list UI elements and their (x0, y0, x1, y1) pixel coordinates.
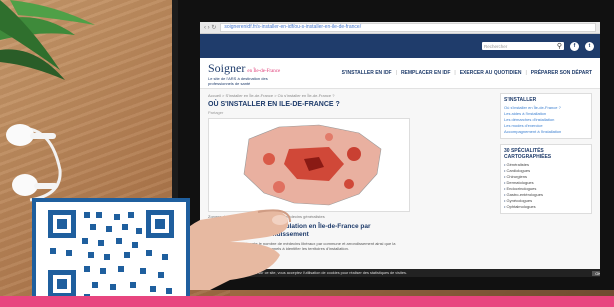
search-placeholder: Rechercher (484, 43, 508, 49)
cookie-ok-button[interactable]: OK (592, 270, 600, 276)
browser-toolbar: ‹ › ↻ soignerenidf.fr/s-installer-en-idf… (200, 22, 600, 34)
specialty-item[interactable]: Ophtalmologues (504, 204, 588, 210)
qr-code-card[interactable] (32, 198, 190, 307)
menu-item-depart[interactable]: PRÉPARER SON DÉPART (531, 70, 592, 76)
sidebar: S'INSTALLER Où s'installer en Île-de-Fra… (500, 93, 592, 251)
qr-code-icon (48, 210, 174, 300)
menu-item-exercer[interactable]: EXERCER AU QUOTIDIEN (460, 70, 522, 76)
sidebar-carto-box: 30 SPÉCIALITÉS CARTOGRAPHIÉES Généralist… (500, 144, 592, 214)
sidebar-link[interactable]: Accompagnement à l'installation (504, 129, 588, 135)
menu-item-remplacer[interactable]: REMPLACER EN IDF (401, 70, 450, 76)
logo-subtitle: en Île-de-France (247, 68, 281, 74)
sidebar-install-box: S'INSTALLER Où s'installer en Île-de-Fra… (500, 93, 592, 139)
earbuds-image (6, 124, 62, 202)
logo-tagline: Le site de l'ARS à destination des profe… (208, 75, 268, 86)
menu-item-installer[interactable]: S'INSTALLER EN IDF (342, 70, 392, 76)
search-icon[interactable]: ⚲ (557, 42, 562, 50)
breadcrumb[interactable]: Accueil > S'installer en Île-de-France >… (208, 93, 492, 98)
browser-nav-icons[interactable]: ‹ › ↻ (204, 24, 216, 31)
site-logo[interactable]: Soigner en Île-de-France Le site de l'ARS… (208, 61, 280, 86)
page-title: OÙ S'INSTALLER EN ILE-DE-FRANCE ? (208, 101, 340, 108)
share-link[interactable]: Partager (208, 110, 492, 115)
main-menu: S'INSTALLER EN IDF | REMPLACER EN IDF | … (341, 70, 592, 76)
site-search-input[interactable]: Rechercher ⚲ (482, 42, 564, 50)
facebook-icon[interactable]: f (570, 41, 579, 51)
qr-code-image (36, 202, 186, 303)
plant-leaves-image (0, 0, 95, 80)
logo-text: Soigner (208, 60, 246, 75)
twitter-icon[interactable]: t (585, 41, 594, 51)
sidebar-install-title: S'INSTALLER (504, 97, 537, 103)
site-header: Soigner en Île-de-France Le site de l'ARS… (200, 58, 600, 89)
site-top-bar: Rechercher ⚲ f t (200, 34, 600, 58)
address-bar[interactable]: soignerenidf.fr/s-installer-en-idf/ou-s-… (220, 23, 596, 32)
sidebar-carto-title: 30 SPÉCIALITÉS CARTOGRAPHIÉES (504, 148, 552, 160)
pink-banner-strip (0, 296, 614, 307)
